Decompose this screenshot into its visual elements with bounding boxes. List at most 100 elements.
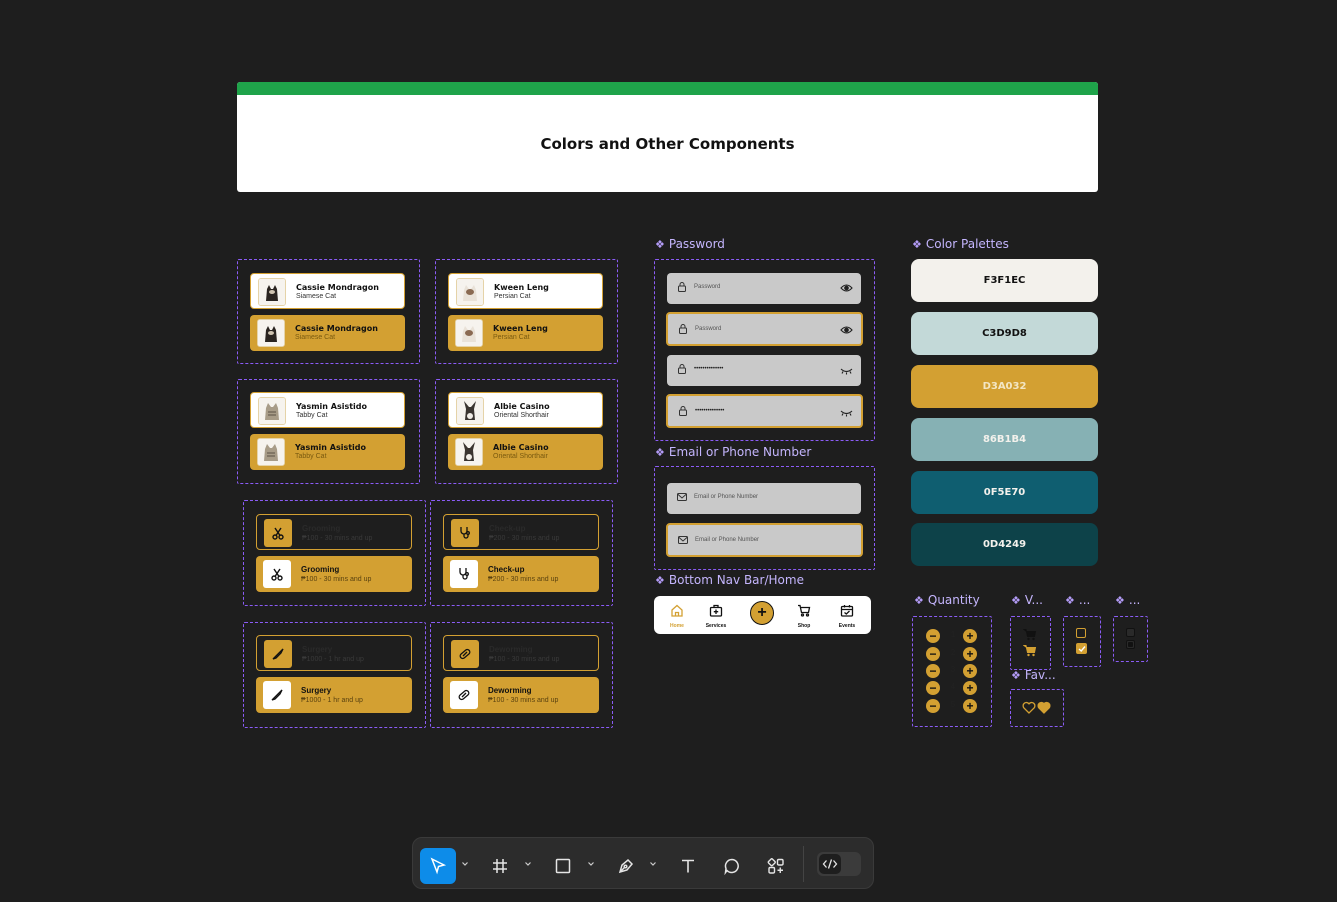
eye-closed-icon[interactable] (840, 406, 853, 418)
cart-active-icon[interactable] (1023, 644, 1037, 657)
plus-button[interactable]: + (963, 647, 977, 661)
lock-icon (678, 282, 686, 292)
service-card-selected[interactable]: Deworming ₱100 - 30 mins and up (443, 677, 599, 713)
nav-services[interactable]: Services (701, 604, 731, 629)
minus-button[interactable]: − (926, 699, 940, 713)
password-field-filled-focused[interactable]: •••••••••••••• (666, 394, 863, 428)
section-label-text: Password (668, 237, 725, 251)
pet-card-selected[interactable]: Yasmin Asistido Tabby Cat (250, 434, 405, 470)
comment-tool-button[interactable] (714, 848, 750, 884)
color-swatch[interactable]: 0F5E70 (911, 471, 1098, 514)
figma-toolbar (412, 837, 874, 889)
pet-card-default[interactable]: Albie Casino Oriental Shorthair (448, 392, 603, 428)
plus-button[interactable]: + (963, 681, 977, 695)
pet-card-default[interactable]: Cassie Mondragon Siamese Cat (250, 273, 405, 309)
radio-selected[interactable] (1126, 640, 1135, 649)
actions-tool-button[interactable] (758, 848, 794, 884)
chevron-down-icon[interactable] (461, 860, 469, 868)
cart-icon-set (1010, 616, 1051, 670)
nav-shop[interactable]: Shop (789, 604, 819, 629)
move-tool-button[interactable] (420, 848, 456, 884)
service-card-default[interactable]: Surgery ₱1000 - 1 hr and up (256, 635, 412, 671)
nav-events[interactable]: Events (832, 604, 862, 629)
service-card-selected[interactable]: Grooming ₱100 - 30 mins and up (256, 556, 412, 592)
color-swatch[interactable]: D3A032 (911, 365, 1098, 408)
service-price: ₱200 - 30 mins and up (489, 535, 560, 542)
pen-icon (618, 858, 634, 874)
minus-button[interactable]: − (926, 647, 940, 661)
eye-icon[interactable] (840, 324, 853, 336)
plus-button[interactable]: + (963, 664, 977, 678)
cat-avatar (258, 278, 286, 306)
chevron-down-icon[interactable] (587, 860, 595, 868)
variant-section-label: ❖ V... (1011, 593, 1043, 607)
pet-name: Albie Casino (493, 443, 549, 452)
plus-button[interactable]: + (963, 629, 977, 643)
color-swatch[interactable]: F3F1EC (911, 259, 1098, 302)
service-card-default[interactable]: Deworming ₱100 - 30 mins and up (443, 635, 599, 671)
color-swatch[interactable]: 86B1B4 (911, 418, 1098, 461)
pill-icon (450, 681, 478, 709)
service-price: ₱100 - 30 mins and up (302, 535, 373, 542)
pet-card-default[interactable]: Yasmin Asistido Tabby Cat (250, 392, 405, 428)
service-name: Surgery (302, 645, 333, 654)
service-card-selected[interactable]: Check-up ₱200 - 30 mins and up (443, 556, 599, 592)
chevron-down-icon[interactable] (649, 860, 657, 868)
heart-outline-icon[interactable] (1022, 701, 1036, 714)
pet-name: Yasmin Asistido (295, 443, 367, 452)
color-swatch[interactable]: 0D4249 (911, 523, 1098, 566)
eye-icon[interactable] (840, 282, 853, 294)
email-field-focused[interactable]: Email or Phone Number (666, 523, 863, 557)
shape-tool-button[interactable] (545, 848, 581, 884)
quantity-value: 2 (950, 648, 956, 657)
service-price: ₱100 - 30 mins and up (489, 656, 560, 663)
lock-icon (678, 364, 686, 374)
password-field-filled[interactable]: •••••••••••••• (667, 355, 861, 386)
password-placeholder: Password (694, 284, 721, 290)
minus-button[interactable]: − (926, 681, 940, 695)
chevron-down-icon[interactable] (524, 860, 532, 868)
cart-icon[interactable] (1023, 628, 1037, 641)
dev-mode-knob (819, 854, 841, 874)
minus-button[interactable]: − (926, 664, 940, 678)
nav-label: Home (670, 623, 684, 629)
component-icon: ❖ (655, 574, 665, 587)
pet-card-selected[interactable]: Kween Leng Persian Cat (448, 315, 603, 351)
pet-card-selected[interactable]: Albie Casino Oriental Shorthair (448, 434, 603, 470)
pet-card-selected[interactable]: Cassie Mondragon Siamese Cat (250, 315, 405, 351)
checkbox-unchecked[interactable] (1076, 628, 1086, 638)
service-card-default[interactable]: Grooming ₱100 - 30 mins and up (256, 514, 412, 550)
cart-icon (798, 604, 811, 617)
frame-tool-button[interactable] (482, 848, 518, 884)
service-price: ₱100 - 30 mins and up (301, 576, 372, 583)
radio-unselected[interactable] (1126, 628, 1135, 637)
quantity-stepper: − 2 + (925, 647, 981, 661)
pet-breed: Siamese Cat (295, 334, 336, 341)
service-price: ₱1000 - 1 hr and up (302, 656, 364, 663)
heart-filled-icon[interactable] (1037, 701, 1051, 714)
stethoscope-icon (450, 560, 478, 588)
password-field-default[interactable]: Password (667, 273, 861, 304)
email-field-default[interactable]: Email or Phone Number (667, 483, 861, 514)
service-card-default[interactable]: Check-up ₱200 - 30 mins and up (443, 514, 599, 550)
quantity-stepper: − 3 + (925, 664, 981, 678)
pet-name: Albie Casino (494, 402, 550, 411)
password-field-focused[interactable]: Password (666, 312, 863, 346)
color-swatch[interactable]: C3D9D8 (911, 312, 1098, 355)
service-name: Check-up (489, 524, 526, 533)
plus-button[interactable]: + (963, 699, 977, 713)
service-name: Deworming (489, 645, 533, 654)
nav-home[interactable]: Home (662, 604, 692, 629)
component-icon: ❖ (1065, 594, 1075, 607)
text-tool-button[interactable] (670, 848, 706, 884)
service-card-selected[interactable]: Surgery ₱1000 - 1 hr and up (256, 677, 412, 713)
pen-tool-button[interactable] (608, 848, 644, 884)
checkbox-checked[interactable] (1076, 643, 1087, 654)
minus-button[interactable]: − (926, 629, 940, 643)
favorite-section-label: ❖ Fav... (1011, 668, 1056, 682)
pet-card-default[interactable]: Kween Leng Persian Cat (448, 273, 603, 309)
add-button[interactable]: + (750, 601, 774, 625)
eye-closed-icon[interactable] (840, 364, 853, 376)
pet-name: Cassie Mondragon (296, 283, 379, 292)
dev-mode-toggle[interactable] (817, 852, 861, 876)
